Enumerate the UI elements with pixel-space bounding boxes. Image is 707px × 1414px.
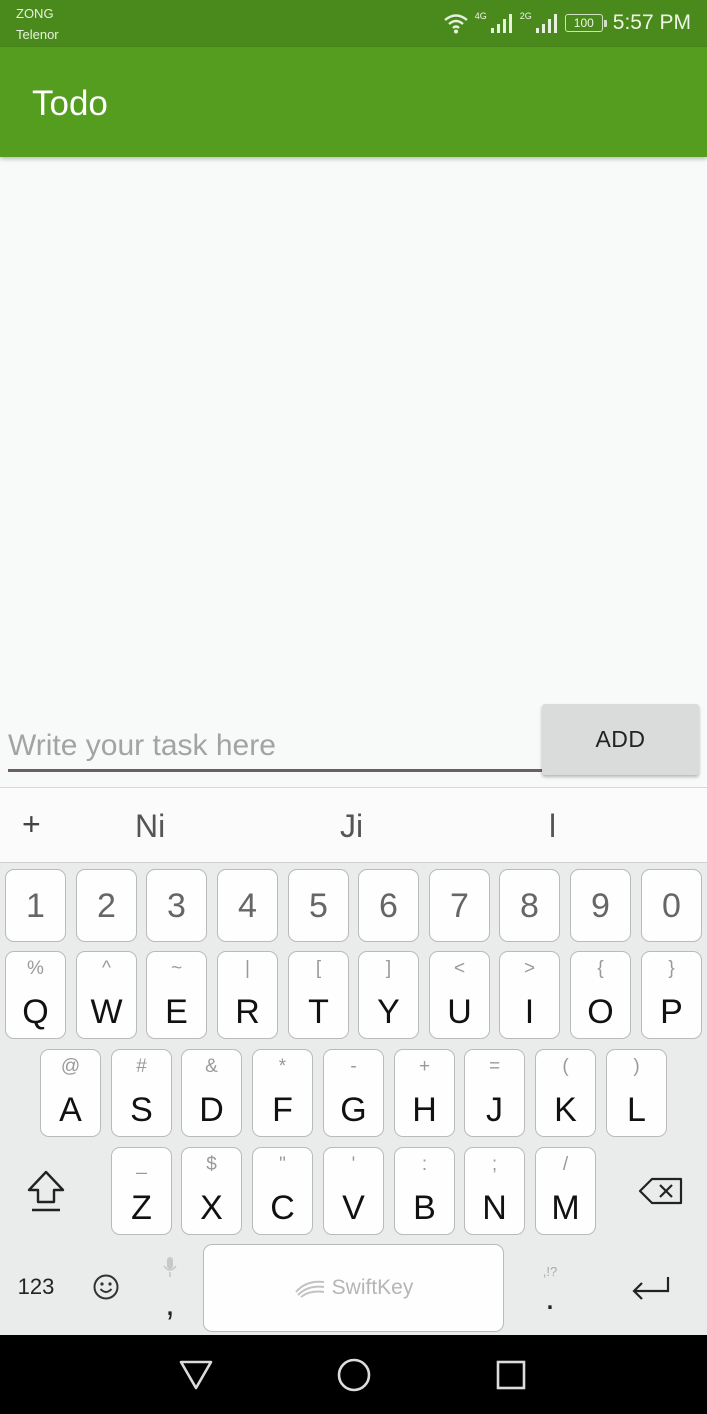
key-w[interactable]: ^ W bbox=[76, 951, 137, 1039]
period-key-hint: ,!? bbox=[542, 1263, 558, 1279]
key-s[interactable]: # S bbox=[111, 1049, 172, 1137]
toolbar-expand-button[interactable]: + bbox=[22, 806, 41, 843]
wifi-icon bbox=[443, 14, 468, 34]
back-icon bbox=[179, 1360, 213, 1390]
key-l[interactable]: ) L bbox=[606, 1049, 667, 1137]
home-button[interactable] bbox=[334, 1355, 374, 1395]
comma-label: , bbox=[165, 1285, 175, 1323]
backspace-icon bbox=[638, 1177, 683, 1205]
key-m[interactable]: / M bbox=[535, 1147, 596, 1235]
key-n[interactable]: ; N bbox=[464, 1147, 525, 1235]
key-x[interactable]: $ X bbox=[181, 1147, 242, 1235]
emoji-key[interactable] bbox=[86, 1257, 126, 1317]
suggestion-item[interactable]: Ji bbox=[340, 808, 363, 845]
status-indicators: 4G 2G 100 5:57 PM bbox=[443, 8, 691, 38]
key-2[interactable]: 2 bbox=[76, 869, 137, 942]
emoji-icon bbox=[93, 1274, 119, 1300]
period-key[interactable]: ,!? . bbox=[530, 1249, 570, 1329]
microphone-icon bbox=[163, 1257, 177, 1277]
key-r[interactable]: | R bbox=[217, 951, 278, 1039]
space-key[interactable]: SwiftKey bbox=[203, 1244, 504, 1332]
app-bar: Todo bbox=[0, 47, 707, 157]
key-p[interactable]: } P bbox=[641, 951, 702, 1039]
key-4[interactable]: 4 bbox=[217, 869, 278, 942]
key-8[interactable]: 8 bbox=[499, 869, 560, 942]
shift-key[interactable] bbox=[20, 1147, 72, 1235]
app-title: Todo bbox=[32, 84, 108, 123]
task-input[interactable] bbox=[8, 722, 542, 772]
key-b[interactable]: :B bbox=[394, 1147, 455, 1235]
key-i[interactable]: > I bbox=[499, 951, 560, 1039]
recents-button[interactable] bbox=[491, 1355, 531, 1395]
shift-icon bbox=[27, 1170, 65, 1212]
key-d[interactable]: & D bbox=[181, 1049, 242, 1137]
navigation-bar bbox=[0, 1335, 707, 1414]
space-key-label: SwiftKey bbox=[331, 1276, 414, 1299]
key-h[interactable]: + H bbox=[394, 1049, 455, 1137]
signal-icon bbox=[490, 14, 512, 33]
key-y[interactable]: ] Y bbox=[358, 951, 419, 1039]
key-a[interactable]: @ A bbox=[40, 1049, 101, 1137]
backspace-key[interactable] bbox=[630, 1147, 692, 1235]
swiftkey-logo-icon bbox=[294, 1280, 324, 1298]
key-7[interactable]: 7 bbox=[429, 869, 490, 942]
soft-keyboard: + Ni Ji l 1 2 3 4 5 6 7 8 9 0 % Q ^ W ~ E |… bbox=[0, 787, 707, 1335]
key-g[interactable]: -G bbox=[323, 1049, 384, 1137]
period-label: . bbox=[545, 1278, 555, 1317]
key-e[interactable]: ~ E bbox=[146, 951, 207, 1039]
battery-level: 100 bbox=[573, 16, 594, 30]
status-time: 5:57 PM bbox=[612, 11, 691, 34]
key-z[interactable]: _ Z bbox=[111, 1147, 172, 1235]
numbers-key[interactable]: 123 bbox=[10, 1257, 62, 1317]
network-type-2: 2G bbox=[519, 11, 532, 21]
key-1[interactable]: 1 bbox=[5, 869, 66, 942]
carrier-name-1: ZONG bbox=[16, 6, 54, 21]
battery-icon: 100 bbox=[564, 14, 607, 32]
key-q[interactable]: % Q bbox=[5, 951, 66, 1039]
key-0[interactable]: 0 bbox=[641, 869, 702, 942]
suggestion-bar: + Ni Ji l bbox=[0, 787, 707, 863]
key-v[interactable]: ' V bbox=[323, 1147, 384, 1235]
key-u[interactable]: < U bbox=[429, 951, 490, 1039]
network-type-1: 4G bbox=[474, 11, 487, 21]
key-t[interactable]: [T bbox=[288, 951, 349, 1039]
key-k[interactable]: (K bbox=[535, 1049, 596, 1137]
enter-key[interactable] bbox=[620, 1257, 680, 1317]
signal-icon bbox=[535, 14, 557, 33]
task-list bbox=[0, 157, 707, 697]
key-5[interactable]: 5 bbox=[288, 869, 349, 942]
back-button[interactable] bbox=[176, 1355, 216, 1395]
recents-icon bbox=[496, 1360, 526, 1390]
key-f[interactable]: * F bbox=[252, 1049, 313, 1137]
enter-icon bbox=[632, 1277, 670, 1300]
key-3[interactable]: 3 bbox=[146, 869, 207, 942]
key-o[interactable]: {O bbox=[570, 951, 631, 1039]
comma-key[interactable]: , bbox=[150, 1245, 190, 1331]
add-button[interactable]: ADD bbox=[542, 704, 699, 775]
status-bar: ZONG Telenor 4G 2G 100 5:57 PM bbox=[0, 0, 707, 47]
key-6[interactable]: 6 bbox=[358, 869, 419, 942]
key-j[interactable]: = J bbox=[464, 1049, 525, 1137]
key-9[interactable]: 9 bbox=[570, 869, 631, 942]
suggestion-item[interactable]: Ni bbox=[135, 808, 165, 845]
suggestion-item[interactable]: l bbox=[549, 808, 556, 845]
carrier-name-2: Telenor bbox=[16, 27, 59, 42]
home-icon bbox=[337, 1358, 371, 1392]
key-c[interactable]: " C bbox=[252, 1147, 313, 1235]
